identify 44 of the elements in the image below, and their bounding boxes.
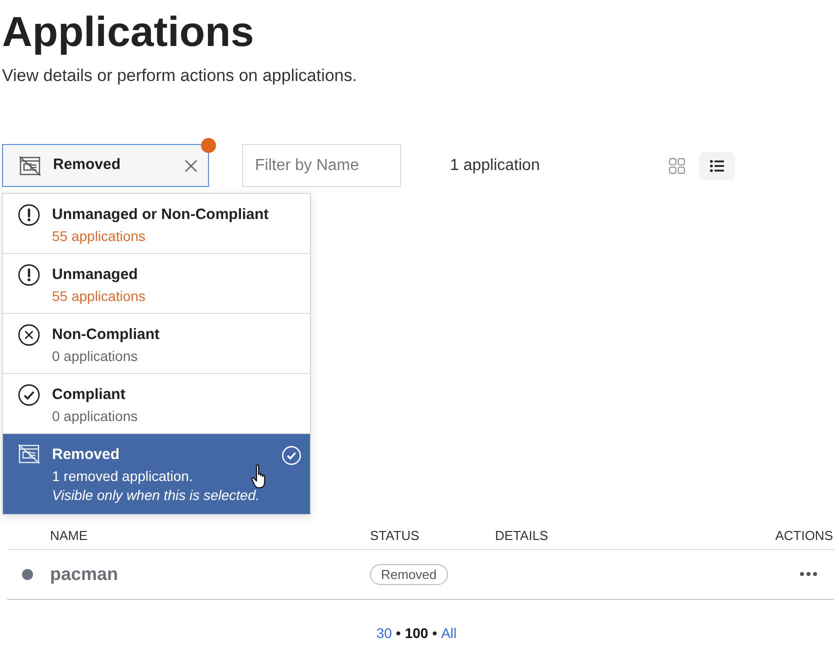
exclamation-circle-icon	[18, 264, 40, 286]
filter-field[interactable]: Filter by Name	[242, 144, 401, 187]
grid-icon	[668, 158, 685, 174]
filter-option[interactable]: Removed 1 removed application. Visible only when this is selected.	[3, 434, 310, 514]
column-header: DETAILS	[495, 526, 548, 545]
app-name: pacman	[50, 564, 118, 584]
option-label: Removed	[52, 445, 120, 465]
column-header: ACTIONS	[775, 526, 834, 545]
status-filter-select[interactable]: Removed	[2, 144, 209, 187]
hand-cursor-icon	[251, 464, 267, 489]
separator: •	[432, 625, 438, 641]
option-label: Compliant	[52, 385, 126, 405]
option-label: Unmanaged	[52, 265, 138, 285]
exclamation-circle-icon	[18, 204, 40, 226]
check-circle-icon	[18, 384, 40, 406]
page-title: Applications	[2, 7, 254, 57]
option-count: 0 applications	[52, 347, 138, 366]
filter-option[interactable]: Unmanaged 55 applications	[3, 254, 310, 314]
option-count: 55 applications	[52, 227, 146, 246]
filter-option[interactable]: Unmanaged or Non-Compliant 55 applications	[3, 194, 310, 254]
option-count: 1 removed application.	[52, 467, 193, 486]
close-icon	[185, 160, 197, 172]
page-size-link[interactable]: 30	[376, 625, 392, 641]
separator: •	[396, 625, 401, 641]
option-count: 0 applications	[52, 407, 138, 426]
page-size-link[interactable]: All	[441, 625, 457, 641]
result-count: 1 application	[450, 156, 540, 176]
list-view-button[interactable]	[698, 152, 735, 180]
option-note: Visible only when this is selected.	[52, 486, 260, 505]
check-circle-icon	[282, 446, 301, 465]
page-size-link[interactable]: 100	[404, 625, 428, 641]
option-count: 55 applications	[52, 287, 146, 306]
list-icon	[710, 160, 724, 172]
column-header: NAME	[50, 526, 88, 545]
option-label: Unmanaged or Non-Compliant	[52, 205, 269, 225]
page-subtitle: View details or perform actions on applications.	[2, 65, 357, 87]
option-label: Non-Compliant	[52, 325, 160, 345]
crossed-out-window-icon	[19, 156, 41, 176]
column-header: STATUS	[370, 526, 420, 545]
filter-option[interactable]: Non-Compliant 0 applications	[3, 314, 310, 374]
more-icon	[800, 572, 817, 576]
status-badge: Removed	[370, 564, 448, 584]
crossed-out-window-icon	[18, 444, 40, 464]
x-circle-icon	[18, 324, 40, 346]
